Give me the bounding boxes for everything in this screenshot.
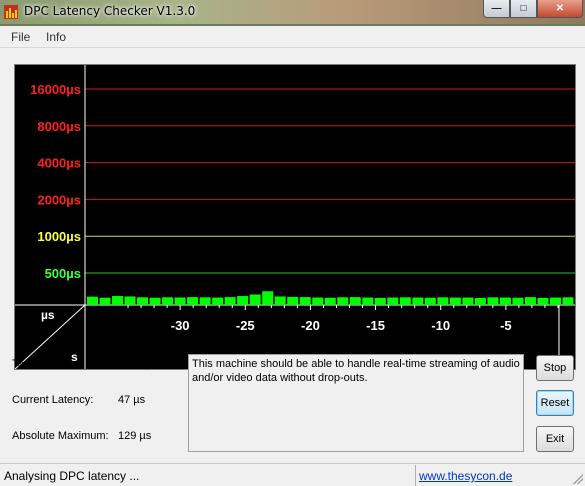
latency-bar (524, 297, 536, 305)
latency-bar (362, 297, 374, 305)
maximize-button[interactable]: □ (510, 0, 537, 18)
latency-bar (537, 297, 549, 305)
status-bar: Analysing DPC latency ... www.thesycon.d… (0, 463, 585, 486)
reset-button[interactable]: Reset (536, 390, 574, 416)
latency-bar (474, 297, 486, 305)
test-interval-label: Test Interval: (12, 358, 75, 370)
latency-bar (199, 297, 211, 305)
latency-bar (162, 297, 174, 305)
y-tick-label: 4000µs (37, 156, 81, 171)
window-title: DPC Latency Checker V1.3.0 (24, 4, 196, 18)
resize-grip[interactable] (573, 474, 583, 484)
x-tick-label: -5 (500, 318, 512, 333)
latency-bar (224, 297, 236, 305)
latency-bar (187, 297, 199, 305)
y-tick-label: 1000µs (37, 229, 81, 244)
latency-bar (499, 297, 511, 305)
absolute-maximum-label: Absolute Maximum: (12, 430, 109, 442)
latency-bar (412, 297, 424, 305)
latency-bar (437, 297, 449, 305)
menu-bar: File Info (0, 26, 585, 48)
y-unit-label: µs (41, 308, 55, 322)
latency-bar (149, 297, 161, 305)
latency-bar (312, 297, 324, 305)
latency-bar (99, 297, 111, 305)
latency-chart-svg: 16000µs8000µs4000µs2000µs1000µs500µsµss-… (15, 65, 575, 369)
latency-bar (449, 297, 461, 305)
minimize-button[interactable]: — (483, 0, 510, 18)
window-controls: — □ ✕ (483, 0, 583, 18)
status-text: Analysing DPC latency ... (4, 469, 140, 483)
x-tick-label: -10 (431, 318, 450, 333)
menu-file[interactable]: File (11, 30, 30, 44)
test-interval-value: 1000 µs (118, 358, 158, 370)
latency-bar (299, 297, 311, 305)
latency-bar (124, 296, 136, 305)
latency-bar (212, 297, 224, 305)
latency-bar (87, 296, 99, 305)
y-tick-label: 500µs (45, 266, 81, 281)
latency-bar (274, 296, 286, 305)
latency-bar (287, 296, 299, 305)
latency-bar (337, 297, 349, 305)
latency-bar (387, 297, 399, 305)
latency-bar (562, 297, 574, 305)
app-icon (4, 5, 18, 19)
x-tick-label: -25 (236, 318, 255, 333)
latency-bar (324, 297, 336, 305)
latency-chart: 16000µs 8000µs 4000µs 2000µs 1000µs 500µs µs s -… (14, 64, 576, 370)
latency-bar (249, 294, 261, 305)
result-message: This machine should be able to handle re… (188, 354, 524, 452)
latency-bar (112, 296, 124, 305)
y-tick-label: 2000µs (37, 192, 81, 207)
latency-bar (374, 297, 386, 305)
latency-bar (262, 291, 274, 305)
y-tick-label: 8000µs (37, 119, 81, 134)
absolute-maximum-value: 129 µs (118, 430, 152, 442)
latency-bar (487, 297, 499, 305)
stop-button[interactable]: Stop (536, 355, 574, 381)
x-tick-label: -15 (366, 318, 385, 333)
latency-bar (349, 297, 361, 305)
latency-bar (549, 297, 561, 305)
current-latency-label: Current Latency: (12, 394, 94, 406)
x-tick-label: -20 (301, 318, 320, 333)
status-separator (415, 465, 416, 486)
latency-bar (424, 297, 436, 305)
title-bar[interactable]: DPC Latency Checker V1.3.0 — □ ✕ (0, 0, 585, 24)
latency-bar (399, 297, 411, 305)
close-button[interactable]: ✕ (537, 0, 583, 18)
website-link[interactable]: www.thesycon.de (419, 469, 512, 483)
latency-bar (462, 297, 474, 305)
latency-bar (174, 297, 186, 305)
exit-button[interactable]: Exit (536, 426, 574, 452)
latency-bar (137, 297, 149, 305)
x-tick-label: -30 (171, 318, 190, 333)
latency-bar (237, 296, 249, 305)
current-latency-value: 47 µs (118, 394, 146, 406)
y-tick-label: 16000µs (30, 82, 81, 97)
menu-info[interactable]: Info (46, 30, 66, 44)
client-area: File Info 16000µs 8000µs 4000µs 2000µs 1000µ… (0, 26, 585, 486)
latency-bar (512, 297, 524, 305)
